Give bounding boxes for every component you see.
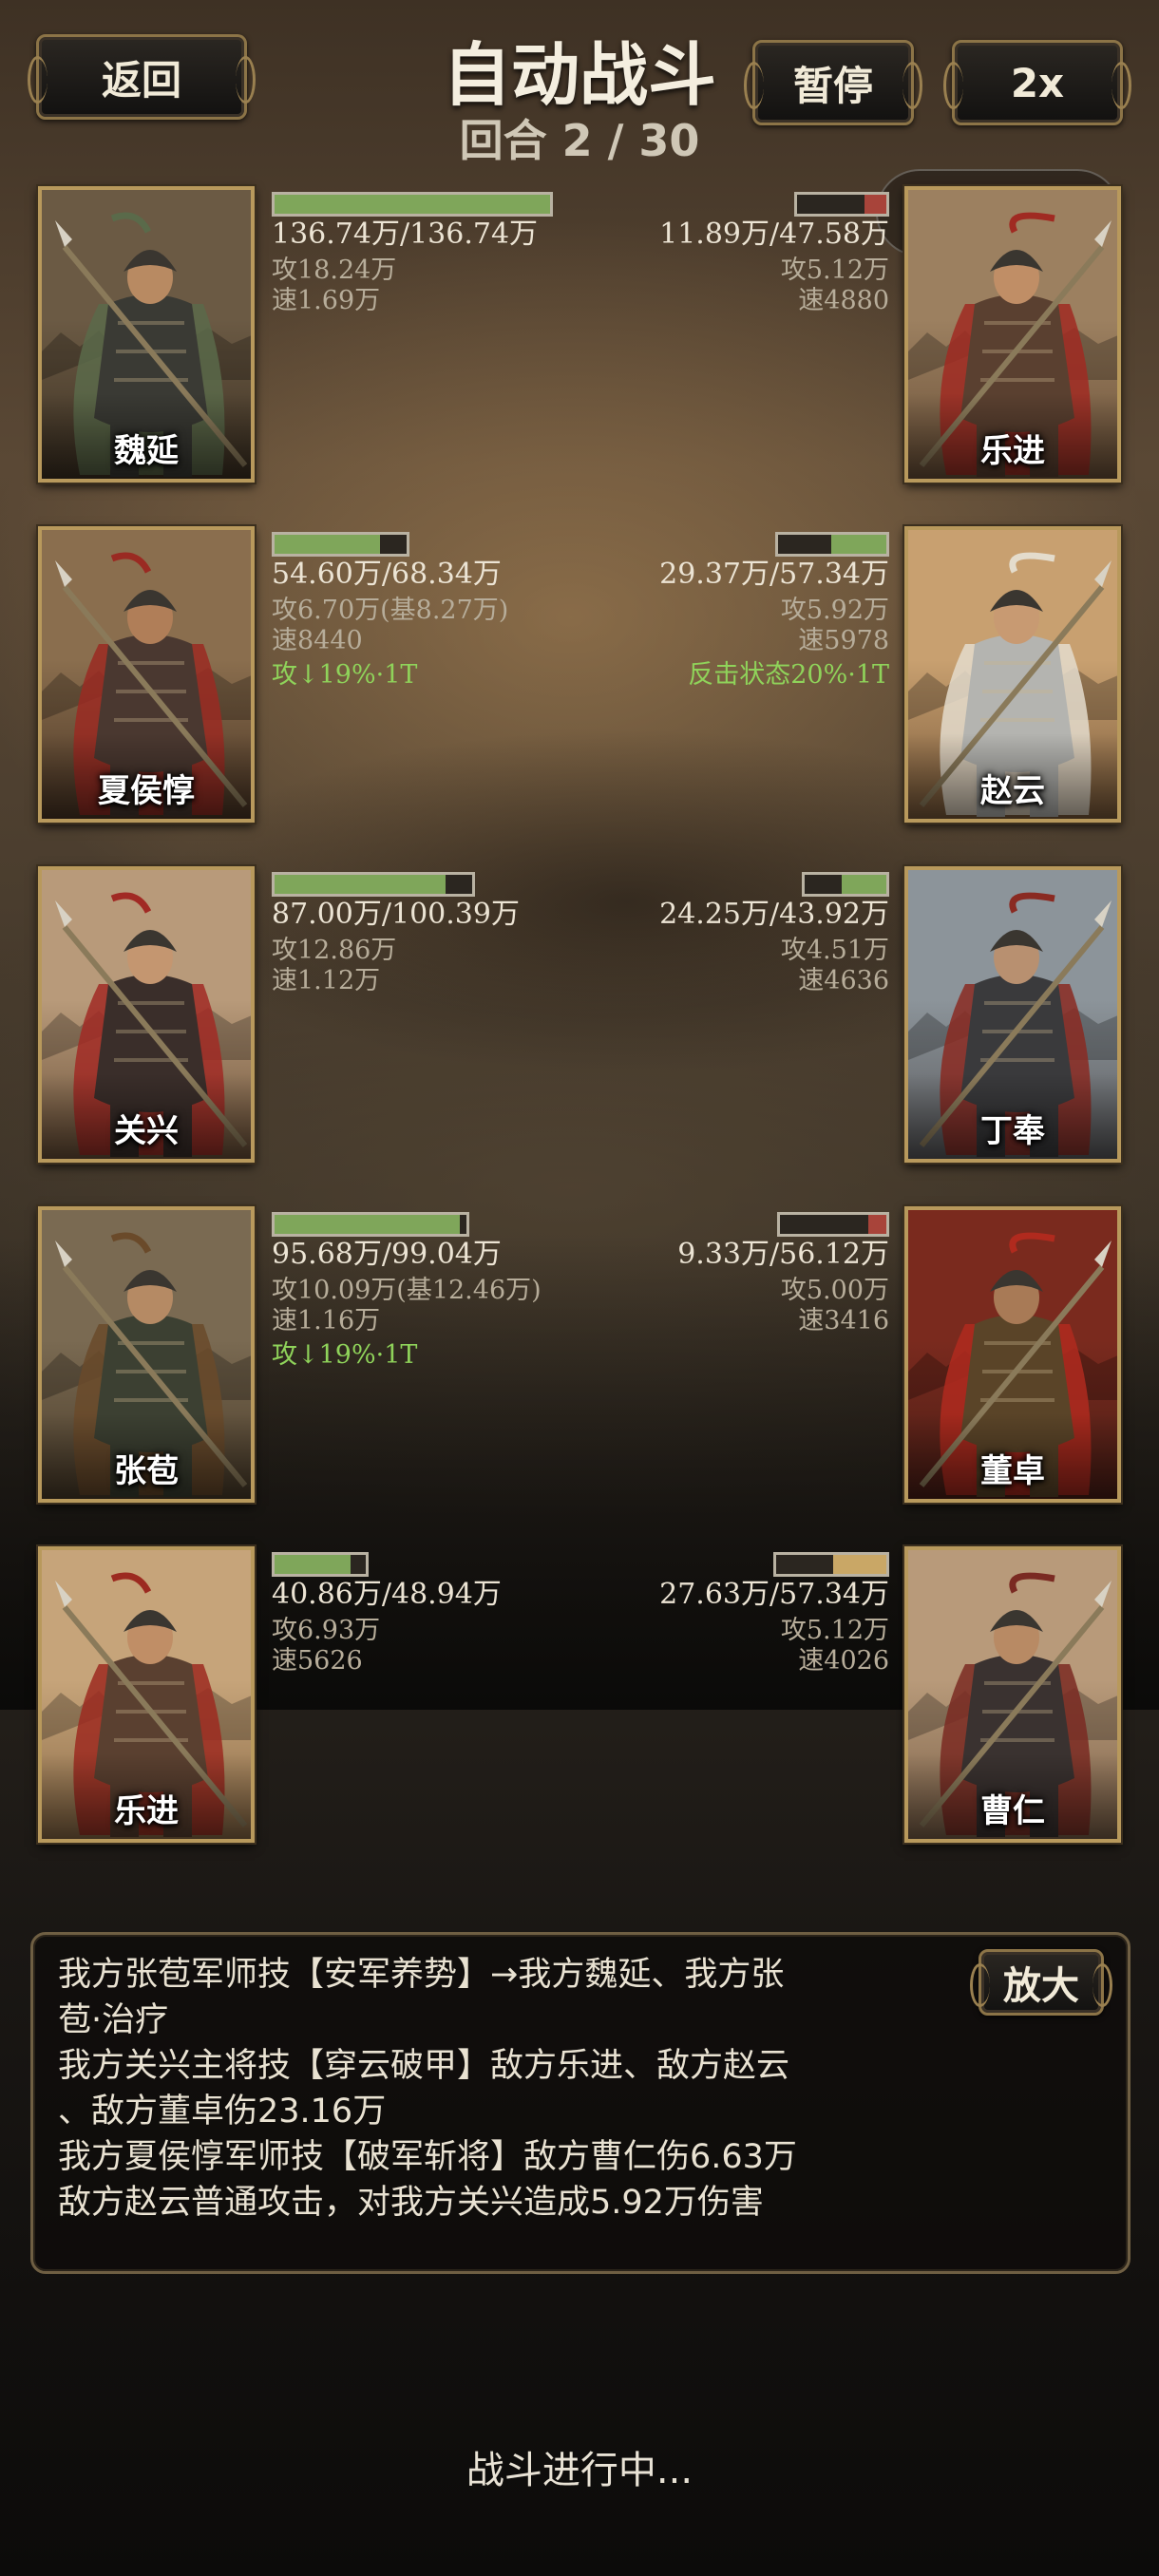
hp-bar-fill <box>275 1215 461 1234</box>
enemy-hero-portrait[interactable]: 赵云 <box>904 526 1121 823</box>
enemy-attack-stat: 攻4.51万 <box>780 936 889 965</box>
back-button[interactable]: 返回 <box>28 34 256 120</box>
ally-speed-stat: 速1.69万 <box>272 286 381 315</box>
hp-bar-fill <box>830 535 886 554</box>
ally-attack-stat: 攻10.09万(基12.46万) <box>272 1276 542 1305</box>
enemy-hero-portrait[interactable]: 丁奉 <box>904 866 1121 1163</box>
log-line: 敌方赵云普通攻击，对我方关兴造成5.92万伤害 <box>58 2184 764 2222</box>
enemy-hp-bar <box>775 532 889 557</box>
hero-name: 乐进 <box>114 1792 179 1830</box>
hero-name: 曹仁 <box>980 1792 1045 1830</box>
enemy-attack-stat: 攻5.12万 <box>780 1616 889 1645</box>
enemy-attack-stat: 攻5.00万 <box>780 1276 889 1305</box>
round-counter: 回合 2 / 30 <box>459 115 700 166</box>
ally-hp-value: 54.60万/68.34万 <box>272 558 502 591</box>
ally-hp-bar <box>272 1212 469 1237</box>
enemy-speed-stat: 速4026 <box>798 1646 889 1676</box>
hero-name: 董卓 <box>980 1452 1045 1490</box>
log-line: 我方夏侯惇军师技【破军斩将】敌方曹仁伤6.63万 <box>58 2138 797 2176</box>
enemy-attack-stat: 攻5.92万 <box>780 596 889 625</box>
enemy-speed-stat: 速4880 <box>798 286 889 315</box>
ally-hp-bar <box>272 1552 369 1577</box>
enemy-speed-stat: 速5978 <box>798 626 889 655</box>
battle-status: 战斗进行中... <box>466 2449 694 2492</box>
enemy-speed-stat: 速4636 <box>798 966 889 995</box>
speed-button[interactable]: 2x <box>943 40 1131 125</box>
zoom-button[interactable]: 放大 <box>970 1949 1112 2016</box>
enemy-hero-portrait[interactable]: 乐进 <box>904 186 1121 483</box>
enemy-hp-bar <box>794 192 889 217</box>
hp-bar-fill <box>841 875 886 894</box>
enemy-hp-value: 9.33万/56.12万 <box>677 1238 889 1271</box>
ally-hero-portrait[interactable]: 夏侯惇 <box>38 526 255 823</box>
enemy-hp-bar <box>773 1552 889 1577</box>
ally-hp-value: 87.00万/100.39万 <box>272 898 520 931</box>
hp-bar-fill <box>864 195 886 214</box>
ally-status-effect: 攻↓19%·1T <box>272 1340 418 1370</box>
ally-hp-value: 95.68万/99.04万 <box>272 1238 502 1271</box>
enemy-hp-value: 24.25万/43.92万 <box>659 898 889 931</box>
ally-hp-bar <box>272 532 409 557</box>
hp-bar-fill <box>275 535 381 554</box>
ally-hp-value: 136.74万/136.74万 <box>272 218 539 251</box>
ally-hero-portrait[interactable]: 乐进 <box>38 1546 255 1843</box>
hero-name: 张苞 <box>114 1452 179 1490</box>
hp-bar-fill <box>833 1555 886 1574</box>
hero-name: 魏延 <box>114 432 179 470</box>
ally-hero-portrait[interactable]: 魏延 <box>38 186 255 483</box>
enemy-hp-bar <box>777 1212 889 1237</box>
hero-name: 夏侯惇 <box>98 772 195 810</box>
ally-speed-stat: 速1.16万 <box>272 1306 381 1335</box>
log-line: 苞·治疗 <box>58 2001 169 2039</box>
enemy-attack-stat: 攻5.12万 <box>780 256 889 285</box>
ally-hp-bar <box>272 192 553 217</box>
log-line: 我方张苞军师技【安军养势】→我方魏延、我方张 <box>58 1956 785 1994</box>
hp-bar-fill <box>868 1215 886 1234</box>
log-line: 我方关兴主将技【穿云破甲】敌方乐进、敌方赵云 <box>58 2047 790 2085</box>
hero-name: 关兴 <box>114 1112 179 1150</box>
enemy-hero-portrait[interactable]: 曹仁 <box>904 1546 1121 1843</box>
hero-name: 赵云 <box>980 772 1045 810</box>
ally-speed-stat: 速1.12万 <box>272 966 381 995</box>
hp-bar-fill <box>275 195 550 214</box>
enemy-status-effect: 反击状态20%·1T <box>688 660 889 690</box>
ally-attack-stat: 攻6.93万 <box>272 1616 381 1645</box>
battle-log: 我方张苞军师技【安军养势】→我方魏延、我方张 苞·治疗 我方关兴主将技【穿云破甲… <box>30 1932 1130 2274</box>
ally-speed-stat: 速8440 <box>272 626 363 655</box>
hero-name: 乐进 <box>980 432 1045 470</box>
ally-hero-portrait[interactable]: 关兴 <box>38 866 255 1163</box>
ally-speed-stat: 速5626 <box>272 1646 363 1676</box>
hp-bar-fill <box>275 875 446 894</box>
enemy-hp-value: 11.89万/47.58万 <box>659 218 889 251</box>
ally-hp-value: 40.86万/48.94万 <box>272 1578 502 1611</box>
page-title: 自动战斗 <box>442 35 716 115</box>
hero-name: 丁奉 <box>980 1112 1045 1150</box>
enemy-hp-value: 29.37万/57.34万 <box>659 558 889 591</box>
hp-bar-fill <box>275 1555 352 1574</box>
enemy-hp-bar <box>802 872 889 897</box>
enemy-hp-value: 27.63万/57.34万 <box>659 1578 889 1611</box>
ally-attack-stat: 攻18.24万 <box>272 256 397 285</box>
ally-attack-stat: 攻6.70万(基8.27万) <box>272 596 509 625</box>
ally-hero-portrait[interactable]: 张苞 <box>38 1206 255 1503</box>
enemy-hero-portrait[interactable]: 董卓 <box>904 1206 1121 1503</box>
log-line: 、敌方董卓伤23.16万 <box>58 2093 387 2131</box>
pause-button[interactable]: 暂停 <box>744 40 922 125</box>
enemy-speed-stat: 速3416 <box>798 1306 889 1335</box>
ally-status-effect: 攻↓19%·1T <box>272 660 418 690</box>
ally-attack-stat: 攻12.86万 <box>272 936 397 965</box>
ally-hp-bar <box>272 872 475 897</box>
